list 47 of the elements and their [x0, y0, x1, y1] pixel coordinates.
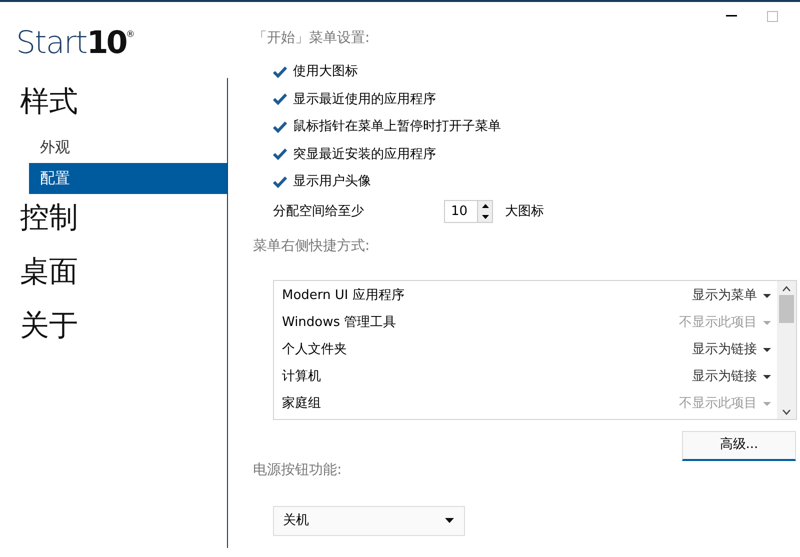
sidebar-section[interactable]: 桌面	[0, 248, 227, 302]
spin-label: 分配空间给至少	[273, 202, 364, 221]
option-label: 鼠标指针在菜单上暂停时打开子菜单	[293, 118, 501, 136]
option-dropdown[interactable]: 显示为链接	[692, 340, 771, 360]
sidebar-item[interactable]: 配置	[29, 163, 227, 194]
down-arrow-icon[interactable]	[482, 214, 488, 219]
section-title: 电源按钮功能:	[253, 460, 343, 480]
dropdown-value: 关机	[283, 512, 309, 530]
option-label: 显示最近使用的应用程序	[293, 90, 436, 108]
scroll-down-icon[interactable]	[782, 408, 791, 414]
unit-label: 大图标	[505, 202, 544, 221]
caret-icon	[763, 402, 771, 406]
scrollbar-thumb[interactable]	[779, 294, 794, 322]
checkbox[interactable]	[273, 174, 287, 189]
option-dropdown[interactable]: 显示为链接	[692, 367, 771, 387]
shortcut-label: 计算机	[282, 368, 321, 386]
option-label: 使用大图标	[293, 63, 358, 81]
shortcut-label: 个人文件夹	[282, 341, 347, 360]
power-dropdown[interactable]: 关机	[273, 506, 465, 536]
checkbox[interactable]	[273, 147, 287, 162]
checkbox[interactable]	[273, 92, 287, 106]
option-dropdown[interactable]: 显示为菜单	[692, 286, 771, 306]
shortcut-label: Modern UI 应用程序	[282, 287, 404, 306]
section-title: 菜单右侧快捷方式:	[253, 236, 371, 256]
checkbox[interactable]	[273, 64, 287, 79]
number-spinner[interactable]: 10	[444, 200, 493, 223]
scroll-up-icon[interactable]	[782, 286, 791, 292]
logo: Start10$^{®}$	[16, 25, 135, 61]
advanced-button[interactable]: 高级...	[682, 430, 796, 460]
shortcut-label: 家庭组	[282, 395, 321, 414]
caret-icon	[763, 375, 771, 379]
option-label: 显示用户头像	[293, 173, 371, 191]
scrollbar[interactable]	[777, 280, 796, 418]
section-title: 「开始」菜单设置:	[253, 29, 371, 48]
up-arrow-icon[interactable]	[482, 204, 488, 208]
sidebar-section[interactable]: 样式	[0, 78, 227, 132]
sidebar-item[interactable]: 外观	[0, 132, 227, 163]
caret-icon	[445, 518, 454, 523]
sidebar-section[interactable]: 控制	[0, 194, 227, 248]
shortcut-label: Windows 管理工具	[282, 314, 396, 332]
minimize-icon[interactable]	[726, 15, 737, 17]
sidebar-section[interactable]: 关于	[0, 302, 227, 356]
option-label: 突显最近安装的应用程序	[293, 146, 436, 164]
checkbox[interactable]	[273, 120, 287, 134]
caret-icon	[763, 348, 771, 352]
caret-icon	[763, 294, 771, 298]
caret-icon	[763, 321, 771, 325]
